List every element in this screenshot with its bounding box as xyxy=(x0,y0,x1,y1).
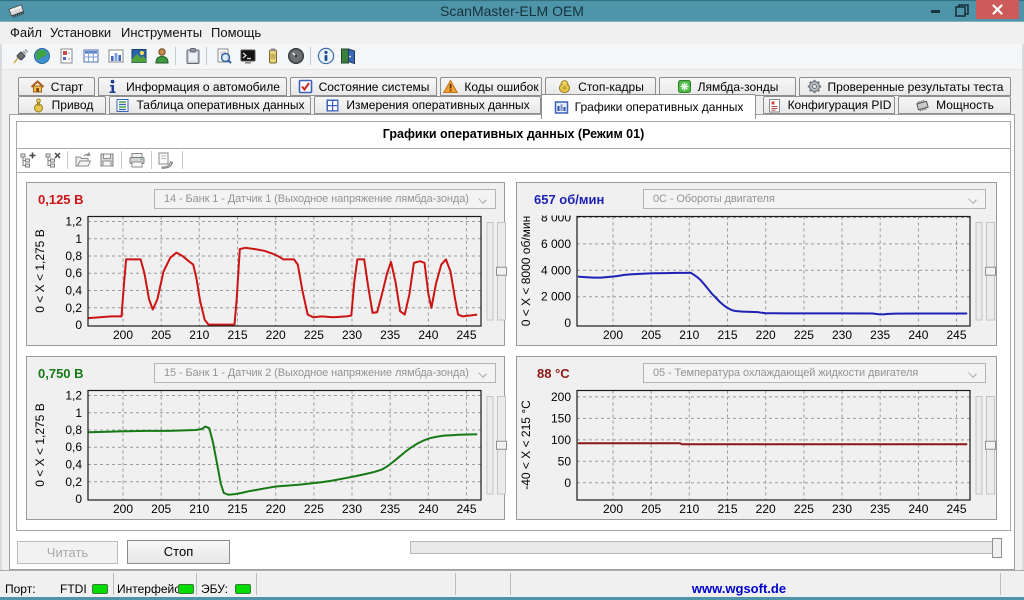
svg-text:4 000: 4 000 xyxy=(541,263,571,277)
svg-text:225: 225 xyxy=(794,328,814,342)
svg-text:0 < X < 8000 об/мин: 0 < X < 8000 об/мин xyxy=(519,216,533,327)
svg-text:6 000: 6 000 xyxy=(541,237,571,251)
svg-text:245: 245 xyxy=(946,502,966,516)
svg-text:200: 200 xyxy=(551,390,571,404)
svg-text:225: 225 xyxy=(304,502,324,516)
svg-text:0: 0 xyxy=(564,316,571,330)
svg-text:0 < X < 1,275 В: 0 < X < 1,275 В xyxy=(33,229,47,312)
svg-text:200: 200 xyxy=(603,502,623,516)
svg-text:235: 235 xyxy=(380,328,400,342)
svg-text:205: 205 xyxy=(641,502,661,516)
svg-text:0,2: 0,2 xyxy=(65,301,82,315)
svg-text:235: 235 xyxy=(380,502,400,516)
svg-text:220: 220 xyxy=(756,328,776,342)
svg-text:205: 205 xyxy=(641,328,661,342)
svg-text:245: 245 xyxy=(456,328,476,342)
svg-text:0,4: 0,4 xyxy=(65,284,82,298)
svg-text:230: 230 xyxy=(342,502,362,516)
svg-text:100: 100 xyxy=(551,433,571,447)
svg-text:205: 205 xyxy=(151,328,171,342)
svg-text:1,2: 1,2 xyxy=(65,215,82,229)
svg-text:1: 1 xyxy=(75,232,82,246)
svg-text:220: 220 xyxy=(266,502,286,516)
svg-text:205: 205 xyxy=(151,502,171,516)
svg-text:0 < X < 1,275 В: 0 < X < 1,275 В xyxy=(33,403,47,486)
svg-text:215: 215 xyxy=(717,328,737,342)
svg-text:-40 < X < 215 °C: -40 < X < 215 °C xyxy=(519,400,533,490)
svg-text:240: 240 xyxy=(418,328,438,342)
svg-text:225: 225 xyxy=(304,328,324,342)
svg-text:1: 1 xyxy=(75,406,82,420)
svg-text:150: 150 xyxy=(551,411,571,425)
svg-text:210: 210 xyxy=(189,502,209,516)
svg-text:245: 245 xyxy=(946,328,966,342)
svg-text:200: 200 xyxy=(603,328,623,342)
svg-text:0: 0 xyxy=(564,476,571,490)
svg-text:210: 210 xyxy=(679,328,699,342)
svg-text:0: 0 xyxy=(75,318,82,332)
svg-text:230: 230 xyxy=(342,328,362,342)
svg-text:245: 245 xyxy=(456,502,476,516)
svg-text:50: 50 xyxy=(558,454,572,468)
svg-text:200: 200 xyxy=(113,502,133,516)
svg-text:0,4: 0,4 xyxy=(65,458,82,472)
svg-text:210: 210 xyxy=(679,502,699,516)
svg-text:240: 240 xyxy=(418,502,438,516)
svg-text:240: 240 xyxy=(908,502,928,516)
svg-text:200: 200 xyxy=(113,328,133,342)
svg-text:240: 240 xyxy=(908,328,928,342)
svg-text:220: 220 xyxy=(266,328,286,342)
svg-text:210: 210 xyxy=(189,328,209,342)
svg-text:0,6: 0,6 xyxy=(65,440,82,454)
svg-text:215: 215 xyxy=(227,502,247,516)
svg-text:230: 230 xyxy=(832,328,852,342)
svg-text:220: 220 xyxy=(756,502,776,516)
svg-text:230: 230 xyxy=(832,502,852,516)
svg-text:0,2: 0,2 xyxy=(65,475,82,489)
svg-text:0: 0 xyxy=(75,492,82,506)
svg-text:0,8: 0,8 xyxy=(65,423,82,437)
svg-text:225: 225 xyxy=(794,502,814,516)
svg-text:1,2: 1,2 xyxy=(65,389,82,403)
svg-text:2 000: 2 000 xyxy=(541,290,571,304)
svg-text:235: 235 xyxy=(870,328,890,342)
svg-text:8 000: 8 000 xyxy=(541,211,571,225)
svg-text:235: 235 xyxy=(870,502,890,516)
svg-text:0,8: 0,8 xyxy=(65,249,82,263)
svg-text:215: 215 xyxy=(227,328,247,342)
svg-text:0,6: 0,6 xyxy=(65,266,82,280)
svg-text:215: 215 xyxy=(717,502,737,516)
